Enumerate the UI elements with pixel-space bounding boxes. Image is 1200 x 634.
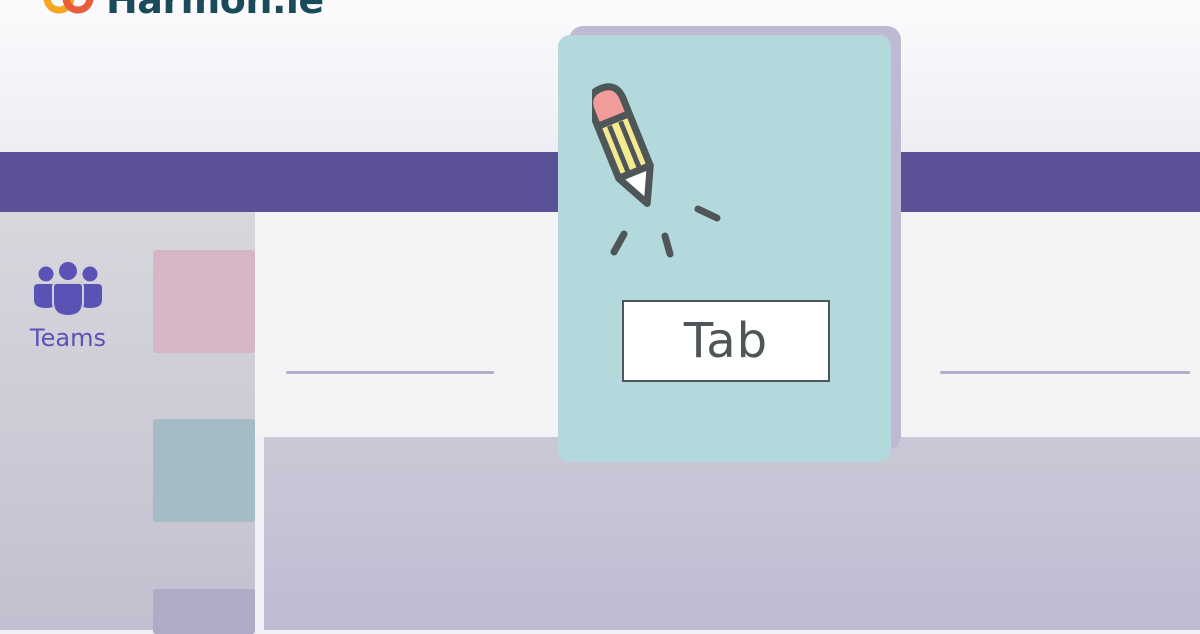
- tab-label: Tab: [683, 313, 769, 369]
- content-panel: [264, 437, 1200, 630]
- harmonie-logo: Harmon.ie: [42, 0, 324, 20]
- tab-divider-right: [940, 371, 1190, 374]
- channel-tile-teal[interactable]: [153, 419, 255, 522]
- teams-nav-item[interactable]: Teams: [22, 262, 114, 352]
- teams-people-icon: [34, 262, 102, 318]
- channel-tile-pink[interactable]: [153, 250, 255, 353]
- tab-divider-left: [286, 371, 494, 374]
- harmonie-logo-icon: [43, 0, 94, 14]
- teams-label: Teams: [30, 324, 106, 352]
- logo-wordmark: Harmon.ie: [106, 0, 324, 22]
- tab-label-box: Tab: [622, 300, 830, 382]
- pencil-icon: [592, 83, 721, 258]
- channel-tile-lilac[interactable]: [153, 589, 255, 634]
